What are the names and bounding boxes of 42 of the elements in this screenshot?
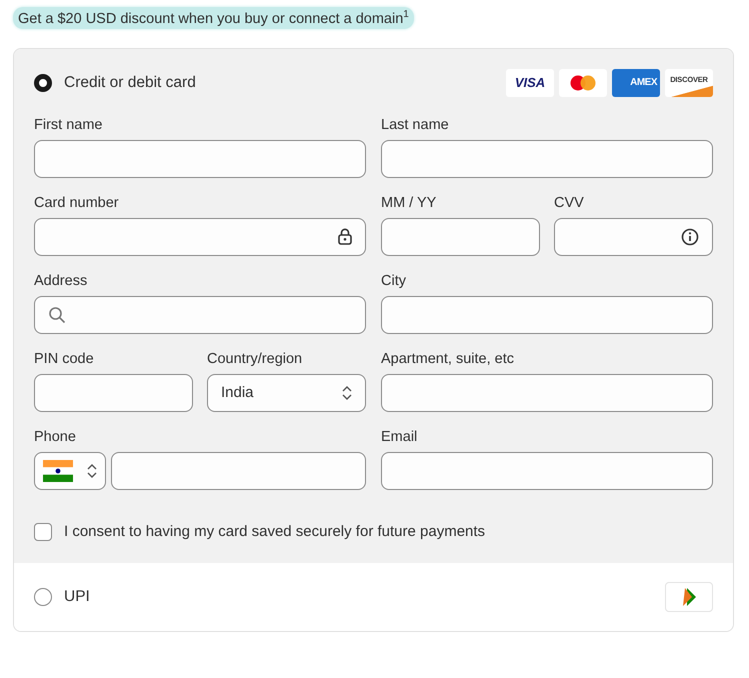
input-field[interactable] xyxy=(34,218,366,256)
upi-icon xyxy=(681,586,697,607)
input-field[interactable] xyxy=(554,218,713,256)
chevron-updown-icon xyxy=(87,462,97,479)
field-label: PIN code xyxy=(34,350,95,367)
phone-field[interactable] xyxy=(111,452,366,490)
field-label: Apartment, suite, etc xyxy=(381,350,515,367)
chevron-updown-icon xyxy=(342,384,352,401)
field-label: MM / YY xyxy=(381,194,438,211)
input-field[interactable] xyxy=(34,296,366,334)
field-label: First name xyxy=(34,116,104,133)
radio-button[interactable] xyxy=(34,588,52,606)
radio-button[interactable] xyxy=(34,74,52,92)
input-field[interactable] xyxy=(381,374,713,412)
field-label: Card number xyxy=(34,194,120,211)
field-label: Address xyxy=(34,272,88,289)
input-field[interactable] xyxy=(381,296,713,334)
input-field[interactable] xyxy=(34,374,193,412)
card-logo: AMEX xyxy=(612,68,660,97)
input-field[interactable] xyxy=(381,218,540,256)
lock-icon xyxy=(338,228,352,246)
promo-banner: Get a $20 USD discount when you buy or connect a domain$^{1}$ xyxy=(13,7,414,29)
input-field[interactable] xyxy=(34,140,366,178)
info-icon[interactable] xyxy=(681,228,699,246)
field-label: Last name xyxy=(381,116,450,133)
input-field[interactable] xyxy=(381,140,713,178)
field-label: Email xyxy=(381,428,418,445)
field-label: Phone xyxy=(34,428,77,445)
country-select[interactable]: India xyxy=(207,374,366,412)
field-label: City xyxy=(381,272,407,289)
card-logo: VISA xyxy=(506,68,554,97)
card-logo xyxy=(559,68,607,97)
checkbox[interactable] xyxy=(34,522,52,541)
search-icon xyxy=(48,306,66,324)
input-field[interactable] xyxy=(381,452,713,490)
country-code-select[interactable] xyxy=(34,452,106,490)
consent-label: I consent to having my card saved securely for future payments xyxy=(64,523,486,540)
method-label: Credit or debit card xyxy=(64,74,196,92)
flag-icon xyxy=(43,460,73,482)
field-label: Country/region xyxy=(207,350,304,367)
field-label: CVV xyxy=(554,194,585,211)
method-label: UPI xyxy=(64,588,90,606)
